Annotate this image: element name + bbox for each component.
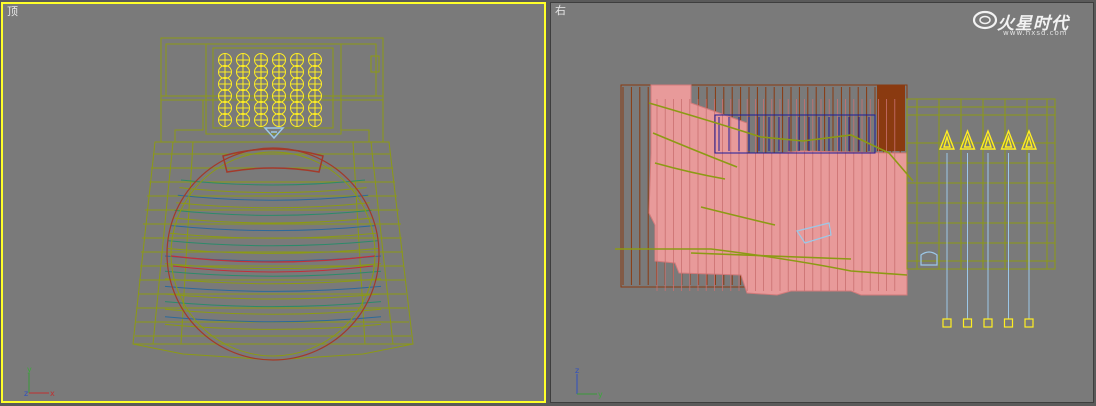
seat-row: [171, 225, 375, 232]
axis-label-x: x: [50, 389, 55, 398]
axis-label-y: y: [598, 390, 603, 399]
seat-row: [164, 316, 382, 323]
wall-solid-block: [877, 85, 905, 151]
spotlight-icon[interactable]: [938, 129, 956, 150]
viewport-top[interactable]: 顶 y z x: [1, 2, 546, 403]
seat-row: [164, 301, 382, 308]
seat-row: [164, 308, 382, 315]
auditorium-wireframe: [132, 141, 414, 361]
seat-row: [166, 247, 380, 254]
viewport-right[interactable]: 右 火星时代 www.hxsd.com z y: [550, 2, 1094, 403]
spotlight-target-icon[interactable]: [1003, 318, 1014, 328]
seating-section-pink: [648, 84, 908, 296]
right-view-scene: [615, 84, 1056, 328]
axis-label-z: z: [575, 366, 579, 375]
fly-tower-wireframe: [906, 98, 1056, 270]
seat-row: [172, 217, 374, 224]
seat-row: [164, 285, 382, 292]
axis-label-y: y: [27, 365, 32, 374]
camera-icon[interactable]: [263, 127, 285, 140]
axis-tripod-icon: z y: [575, 366, 603, 399]
spotlight-icon[interactable]: [1020, 129, 1038, 150]
auditorium-circle: [166, 147, 380, 361]
spotlight-target-icon[interactable]: [983, 318, 993, 328]
axis-tripod-icon: y z x: [24, 365, 55, 398]
spotlight-target-icon[interactable]: [962, 318, 973, 328]
spotlight-target-icon[interactable]: [1024, 318, 1034, 328]
seat-row: [174, 209, 372, 216]
top-view-scene: [132, 37, 414, 361]
seat-row: [168, 240, 378, 247]
seat-row: [179, 187, 367, 194]
auditorium-circle-inner: [170, 151, 376, 357]
seat-row: [176, 202, 370, 209]
spotlight-array: [938, 129, 1038, 328]
spotlight-icon[interactable]: [1000, 129, 1017, 150]
seating-rows: [164, 179, 382, 330]
seat-row: [164, 293, 382, 300]
spotlight-target-icon[interactable]: [942, 318, 952, 328]
free-light-icon[interactable]: [920, 251, 938, 266]
axis-label-z: z: [24, 389, 28, 398]
spotlight-icon[interactable]: [959, 129, 976, 150]
seat-row: [169, 232, 377, 239]
light-array: [218, 53, 322, 127]
stage-house-wireframe: [160, 37, 384, 143]
